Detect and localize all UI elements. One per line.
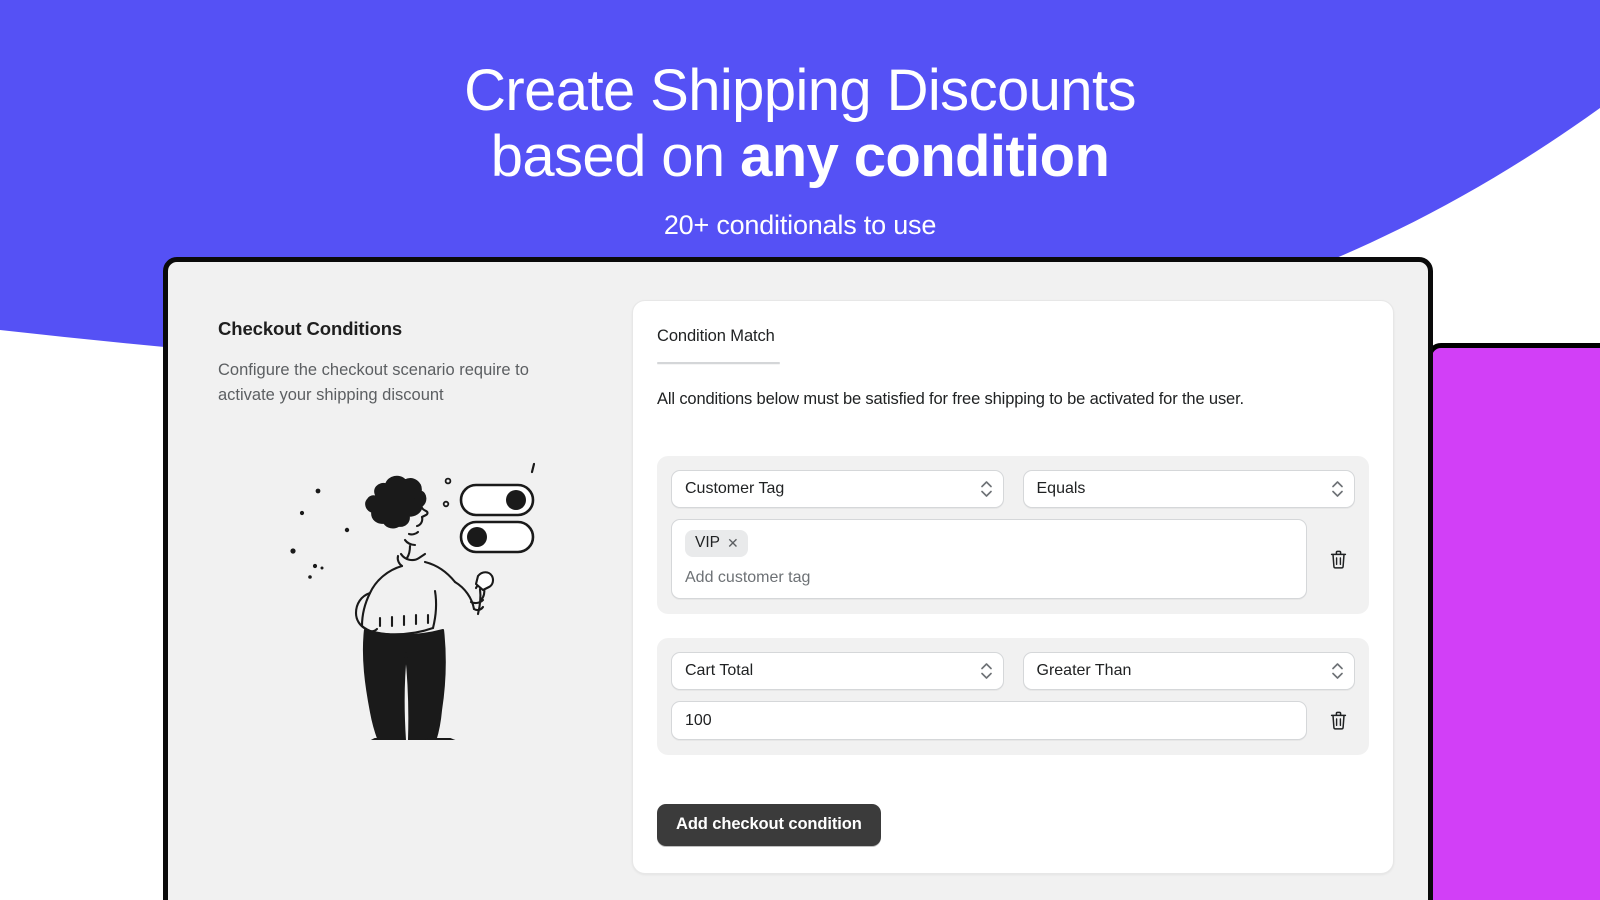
- condition-field-select[interactable]: Customer Tag: [671, 470, 1004, 508]
- condition-value-row: 100: [671, 701, 1355, 740]
- conditions-panel: Condition Match All Any All conditions b…: [632, 300, 1394, 874]
- tag-chip-label: VIP: [695, 534, 720, 551]
- condition-match-segmented-control[interactable]: All Any: [657, 362, 781, 364]
- app-window-card: Checkout Conditions Configure the checko…: [163, 257, 1433, 900]
- panel-footer: Add checkout condition: [657, 804, 1369, 846]
- trash-icon: [1330, 550, 1346, 569]
- conditions-help-text: All conditions below must be satisfied f…: [657, 390, 1244, 408]
- close-icon[interactable]: ✕: [727, 536, 739, 550]
- add-checkout-condition-button[interactable]: Add checkout condition: [657, 804, 881, 846]
- chevron-updown-icon: [1332, 663, 1343, 680]
- condition-operator-select[interactable]: Equals: [1022, 470, 1355, 508]
- section-description: Configure the checkout scenario require …: [218, 361, 529, 405]
- segment-option-any[interactable]: Any: [714, 363, 780, 364]
- trash-icon: [1330, 711, 1346, 730]
- chevron-updown-icon: [980, 481, 992, 498]
- section-heading: Checkout Conditions: [218, 318, 403, 339]
- illustration-container: [218, 450, 602, 874]
- condition-field-value: Customer Tag: [685, 480, 785, 497]
- cart-total-value: 100: [685, 711, 712, 729]
- condition-value-row: VIP ✕ Add customer tag: [671, 519, 1355, 599]
- customer-tag-input[interactable]: VIP ✕ Add customer tag: [671, 519, 1307, 599]
- chevron-updown-icon: [980, 663, 992, 680]
- condition-row: Cart Total Greater Than 100: [657, 638, 1369, 755]
- condition-field-value: Cart Total: [685, 662, 754, 679]
- segment-option-all[interactable]: All: [658, 363, 714, 364]
- chevron-updown-icon: [1332, 481, 1343, 498]
- condition-rows-list: Customer Tag Equals VIP ✕ Add customer t…: [657, 432, 1369, 755]
- condition-match-label: Condition Match: [657, 327, 775, 345]
- delete-condition-button[interactable]: [1321, 542, 1355, 576]
- decorative-magenta-card: [1427, 343, 1600, 900]
- condition-field-select[interactable]: Cart Total: [671, 652, 1004, 690]
- condition-operator-value: Greater Than: [1036, 662, 1132, 679]
- condition-operator-value: Equals: [1036, 480, 1086, 497]
- checkout-conditions-info-column: Checkout Conditions Configure the checko…: [202, 300, 602, 874]
- condition-selectors: Customer Tag Equals: [671, 470, 1355, 508]
- tag-input-placeholder: Add customer tag: [685, 569, 811, 586]
- condition-selectors: Cart Total Greater Than: [671, 652, 1355, 690]
- condition-operator-select[interactable]: Greater Than: [1022, 652, 1355, 690]
- condition-row: Customer Tag Equals VIP ✕ Add customer t…: [657, 456, 1369, 614]
- cart-total-value-input[interactable]: 100: [671, 701, 1307, 740]
- delete-condition-button[interactable]: [1321, 704, 1355, 738]
- person-toggling-switches-illustration: [290, 463, 535, 741]
- tag-chip[interactable]: VIP ✕: [685, 530, 748, 557]
